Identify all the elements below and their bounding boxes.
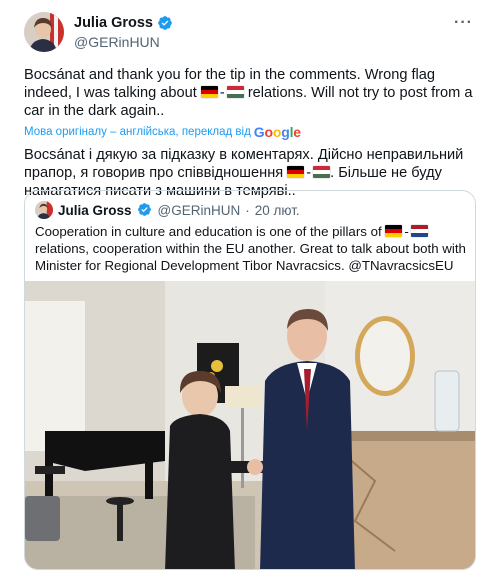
flag-germany-icon <box>200 86 218 98</box>
quoted-tweet-header: Julia Gross @GERinHUN · 20 лют. <box>35 201 300 219</box>
handle[interactable]: @GERinHUN <box>74 34 173 50</box>
display-name[interactable]: Julia Gross <box>74 15 153 31</box>
verified-badge-icon <box>137 202 153 218</box>
flag-hungary-icon <box>313 166 331 178</box>
flag-germany-icon <box>287 166 305 178</box>
tweet-text: Bocsánat and thank you for the tip in th… <box>24 66 476 120</box>
quoted-display-name: Julia Gross <box>58 202 132 218</box>
avatar[interactable] <box>24 12 64 52</box>
quoted-text: Cooperation in culture and education is … <box>35 223 467 274</box>
translation-attribution[interactable]: Мова оригіналу – англійська, переклад ві… <box>24 124 475 140</box>
quoted-photo[interactable] <box>25 281 475 569</box>
flag-dash: - <box>404 224 409 239</box>
translation-label: Мова оригіналу – англійська, переклад ві… <box>24 126 251 138</box>
verified-badge-icon <box>157 15 173 31</box>
avatar-image <box>24 12 64 52</box>
flag-germany-icon <box>385 225 403 237</box>
flag-netherlands-icon <box>410 225 428 237</box>
quoted-tweet[interactable]: Julia Gross @GERinHUN · 20 лют. Cooperat… <box>24 190 476 570</box>
flag-dash: - <box>306 165 312 181</box>
quoted-text-part1: Cooperation in culture and education is … <box>35 224 382 239</box>
quoted-text-part2: relations, cooperation within the EU ano… <box>35 241 466 273</box>
quoted-date: 20 лют. <box>254 202 300 218</box>
quoted-avatar <box>35 201 53 219</box>
flag-hungary-icon <box>226 86 244 98</box>
more-icon[interactable]: ··· <box>454 14 473 32</box>
tweet-header: Julia Gross @GERinHUN ··· <box>24 10 475 56</box>
photo-image <box>25 281 475 569</box>
flag-dash: - <box>219 85 225 101</box>
quoted-separator: · <box>245 202 250 218</box>
quoted-handle: @GERinHUN <box>157 202 241 218</box>
google-logo: Google <box>253 124 301 140</box>
